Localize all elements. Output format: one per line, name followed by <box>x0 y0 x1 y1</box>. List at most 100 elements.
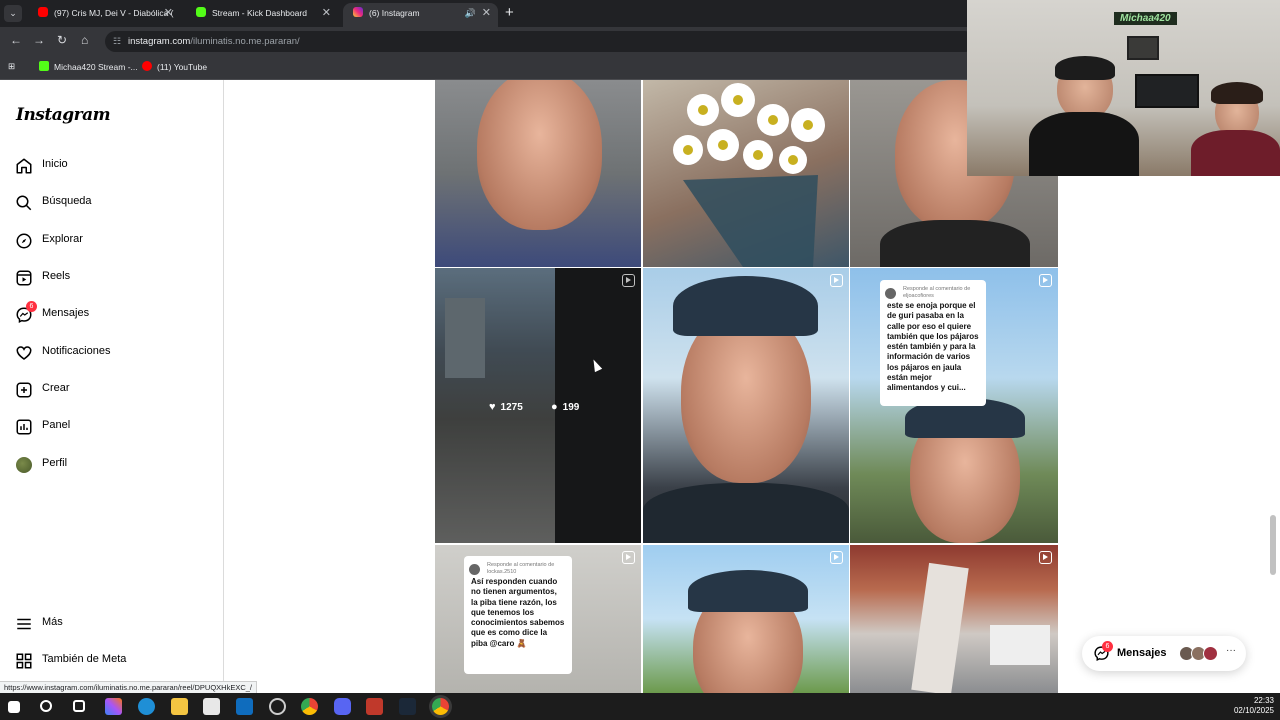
reel-icon <box>830 551 843 564</box>
comment-text: este se enoja porque el de guri pasaba e… <box>887 301 979 393</box>
url-path: /iluminatis.no.me.pararan/ <box>190 36 300 47</box>
streamer-hair <box>1055 56 1115 80</box>
store-icon[interactable] <box>203 698 220 715</box>
chrome-icon[interactable] <box>301 698 318 715</box>
tab-search-icon[interactable]: ⌄ <box>4 5 22 22</box>
search-icon[interactable] <box>40 700 52 712</box>
nav-label: También de Meta <box>42 653 127 665</box>
reels-icon <box>16 270 32 286</box>
car-shape <box>990 625 1050 665</box>
nav-create[interactable]: Crear <box>0 375 223 407</box>
forward-icon[interactable]: → <box>33 33 45 47</box>
screen: ⌄ (97) Cris MJ, Dei V - Diabólica ( ✕ St… <box>0 0 1280 720</box>
guest-shirt <box>1191 130 1280 176</box>
instagram-sidebar: Instagram Inicio Búsqueda Explorar Reels… <box>0 80 224 693</box>
reload-icon[interactable]: ↻ <box>57 33 67 47</box>
outlook-icon[interactable] <box>236 698 253 715</box>
comment-header: Responde al comentario de lockas.2510 <box>487 562 555 575</box>
close-tab-icon[interactable]: ✕ <box>482 3 491 23</box>
post-thumbnail[interactable] <box>643 268 849 543</box>
guest-hair <box>1211 82 1263 104</box>
messages-badge: 6 <box>1102 641 1113 652</box>
steam-icon[interactable] <box>399 698 416 715</box>
edge-icon[interactable] <box>138 698 155 715</box>
page-scrollbar[interactable] <box>1270 515 1276 575</box>
post-thumbnail[interactable]: Responde al comentario de eljoacofiores … <box>850 268 1058 543</box>
system-clock[interactable]: 22:33 02/10/2025 <box>1234 696 1274 716</box>
post-thumbnail[interactable] <box>643 80 849 267</box>
post-thumbnail[interactable]: Responde al comentario de lockas.2510 As… <box>435 545 641 693</box>
more-icon: ··· <box>1226 645 1236 656</box>
nav-label: Notificaciones <box>42 345 111 357</box>
clock-date: 02/10/2025 <box>1233 706 1274 715</box>
task-view-icon[interactable] <box>73 700 85 712</box>
nav-label: Inicio <box>42 158 68 170</box>
youtube-icon <box>38 7 48 17</box>
bookmark-label: (11) YouTube <box>157 62 208 72</box>
bookmark-label: Michaa420 Stream -... <box>54 62 138 72</box>
reel-icon <box>1039 274 1052 287</box>
close-tab-icon[interactable]: ✕ <box>322 3 331 23</box>
tab-kick[interactable]: Stream - Kick Dashboard ✕ <box>186 3 338 27</box>
cane-shape <box>911 562 969 693</box>
instagram-icon <box>353 7 363 17</box>
nav-search[interactable]: Búsqueda <box>0 188 223 220</box>
nav-more[interactable]: Más <box>0 609 223 641</box>
speaker-icon[interactable]: 🔊 <box>465 3 476 23</box>
nav-also-from-meta[interactable]: También de Meta <box>0 646 223 678</box>
close-tab-icon[interactable]: ✕ <box>164 3 173 23</box>
nav-reels[interactable]: Reels <box>0 263 223 295</box>
chart-icon <box>16 419 32 435</box>
nav-notifications[interactable]: Notificaciones <box>0 338 223 370</box>
nav-dashboard[interactable]: Panel <box>0 412 223 444</box>
nav-home[interactable]: Inicio <box>0 151 223 183</box>
nav-profile[interactable]: Perfil <box>0 450 223 482</box>
file-explorer-icon[interactable] <box>171 698 188 715</box>
home-icon[interactable]: ⌂ <box>81 33 88 47</box>
voicemeeter-icon[interactable] <box>366 698 383 715</box>
start-icon[interactable] <box>8 701 20 713</box>
tab-label: Stream - Kick Dashboard <box>212 8 307 18</box>
streamer-shirt <box>1029 112 1139 176</box>
tab-youtube[interactable]: (97) Cris MJ, Dei V - Diabólica ( ✕ <box>28 3 180 27</box>
profile-post-grid: ♥ 1275 ● 199 Responde al comentario de elj… <box>435 80 1058 693</box>
discord-icon[interactable] <box>334 698 351 715</box>
chrome-active-icon[interactable] <box>432 698 449 715</box>
streamer-name-tag: Michaa420 <box>1114 12 1177 25</box>
wall-picture <box>1127 36 1159 60</box>
hover-overlay <box>435 268 641 543</box>
bookmark-kick[interactable]: Michaa420 Stream -... <box>39 61 138 72</box>
reel-icon <box>1039 551 1052 564</box>
post-thumbnail[interactable] <box>435 80 641 267</box>
site-info-icon[interactable]: ☷ <box>113 31 121 52</box>
post-thumbnail[interactable] <box>643 545 849 693</box>
nav-label: Panel <box>42 419 71 431</box>
heart-icon <box>16 346 32 360</box>
likes-value: 1275 <box>500 402 523 413</box>
back-icon[interactable]: ← <box>10 33 22 47</box>
post-thumbnail[interactable] <box>850 545 1058 693</box>
messages-floating-button[interactable]: 6 Mensajes ··· <box>1082 636 1246 671</box>
tab-instagram[interactable]: (6) Instagram 🔊 ✕ <box>343 3 498 27</box>
url-input[interactable]: ☷ instagram.com/iluminatis.no.me.pararan… <box>105 31 975 52</box>
copilot-icon[interactable] <box>105 698 122 715</box>
messages-badge: 6 <box>26 301 37 312</box>
apps-icon[interactable]: ⊞ <box>8 61 15 72</box>
commenter-avatar <box>885 288 896 299</box>
kick-icon <box>39 61 49 71</box>
nav-explore[interactable]: Explorar <box>0 226 223 258</box>
reply-comment-card: Responde al comentario de lockas.2510 As… <box>464 556 572 674</box>
instagram-logo[interactable]: Instagram <box>16 105 111 125</box>
nav-messages[interactable]: 6 Mensajes <box>0 300 223 332</box>
nav-label: Explorar <box>42 233 83 245</box>
post-thumbnail-hovered[interactable]: ♥ 1275 ● 199 <box>435 268 641 543</box>
new-tab-icon[interactable]: + <box>505 4 514 21</box>
nav-label: Búsqueda <box>42 195 92 207</box>
obs-icon[interactable] <box>269 698 286 715</box>
shirt-shape <box>643 483 849 543</box>
bookmark-youtube[interactable]: (11) YouTube <box>142 61 207 72</box>
recent-chat-avatars <box>1179 646 1218 666</box>
flowers-image <box>673 83 825 267</box>
youtube-icon <box>142 61 152 71</box>
messages-label: Mensajes <box>1117 647 1167 659</box>
